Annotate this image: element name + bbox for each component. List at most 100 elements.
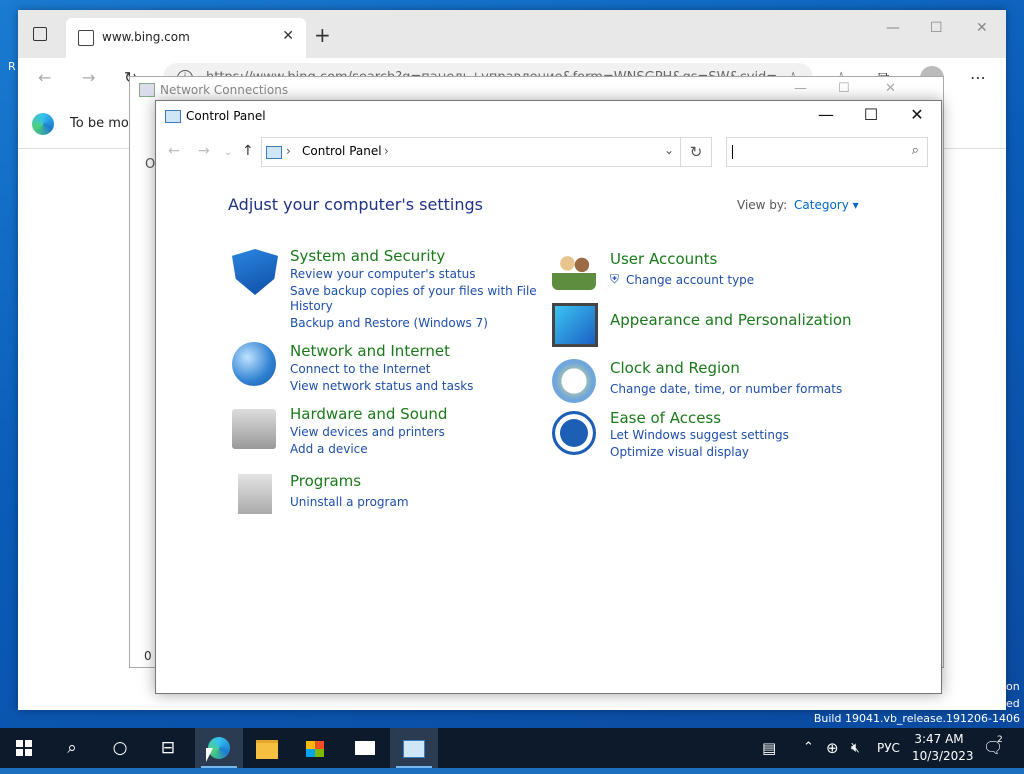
task-view-button[interactable]: ⊟ [144,728,192,768]
new-tab-button[interactable]: + [314,23,331,47]
category-link[interactable]: Add a device [290,442,368,456]
netwin-maximize-button[interactable]: ☐ [838,81,850,96]
control-panel-breadcrumb-icon [266,146,282,159]
view-by-label: View by: [737,198,788,212]
edge-close-button[interactable]: ✕ [976,20,988,36]
category-link[interactable]: History [290,299,333,313]
shield-icon[interactable] [232,249,278,295]
language-indicator[interactable]: РУС [877,728,900,768]
view-by-dropdown[interactable]: Category ▾ [794,198,859,212]
users-icon[interactable] [552,252,596,290]
folder-icon [256,740,278,759]
search-input[interactable]: ⌕ [726,137,928,167]
uac-shield-icon: ⛨ [610,272,620,286]
category-link[interactable]: Review your computer's status [290,267,476,281]
news-widget-icon[interactable]: ▤ [762,728,776,768]
mouse-cursor-icon [206,748,213,762]
edge-tab-strip: www.bing.com ✕ + — ☐ ✕ [18,10,1006,58]
cp-maximize-button[interactable]: ☐ [856,105,886,124]
task-view-icon: ⊟ [160,738,176,758]
desktop-edge-text: ed [1006,697,1020,710]
control-panel-window: Control Panel — ☐ ✕ ← → ⌄ ↑ › Control Pa… [155,100,942,694]
more-menu-icon[interactable]: ⋯ [970,68,986,87]
taskbar: ⌕ ○ ⊟ ▤ ⌃ ⊕ 🔇︎ РУС 3:47 AM 10/3/2023 🗨︎ … [0,728,1024,768]
category-title[interactable]: Programs [290,472,361,490]
clock-globe-icon[interactable] [552,359,596,403]
category-title[interactable]: System and Security [290,247,445,265]
category-title[interactable]: Ease of Access [610,409,721,427]
control-panel-title: Control Panel [186,109,266,123]
category-link[interactable]: View devices and printers [290,425,445,439]
category-title[interactable]: Appearance and Personalization [610,311,852,329]
taskbar-control-panel[interactable] [390,728,438,768]
category-link[interactable]: Backup and Restore (Windows 7) [290,316,488,330]
tab-favicon-icon [78,30,94,46]
forward-arrow-icon[interactable]: → [198,143,210,159]
network-connections-icon [139,83,155,97]
tray-chevron-icon[interactable]: ⌃ [803,728,814,768]
category-title[interactable]: Network and Internet [290,342,450,360]
taskbar-store[interactable] [291,728,339,768]
build-watermark: Build 19041.vb_release.191206-1406 [813,712,1020,725]
category-link[interactable]: Connect to the Internet [290,362,430,376]
edge-maximize-button[interactable]: ☐ [930,20,943,36]
cortana-button[interactable]: ○ [96,728,144,768]
forward-arrow-icon[interactable]: → [82,68,95,87]
tab-close-icon[interactable]: ✕ [282,28,294,44]
back-arrow-icon[interactable]: ← [38,68,51,87]
recent-locations-icon[interactable]: ⌄ [224,147,232,158]
network-globe-icon[interactable] [232,342,276,386]
address-dropdown-icon[interactable]: ⌄ [664,143,674,157]
edge-minimize-button[interactable]: — [886,20,900,36]
start-button[interactable] [0,728,48,768]
volume-muted-icon[interactable]: 🔇︎ [851,728,860,768]
monitor-icon[interactable] [552,303,598,347]
category-link[interactable]: Save backup copies of your files with Fi… [290,284,537,298]
notification-count: 2 [997,735,1003,745]
taskbar-edge[interactable] [195,728,243,768]
breadcrumb-chevron-icon[interactable]: › [384,144,389,158]
search-icon[interactable]: ⌕ [912,143,919,158]
breadcrumb-control-panel[interactable]: Control Panel [302,144,382,158]
category-link[interactable]: Let Windows suggest settings [610,428,789,442]
cp-minimize-button[interactable]: — [811,105,841,124]
category-link[interactable]: Uninstall a program [290,495,409,509]
cp-address-bar[interactable]: › Control Panel › ⌄ [261,137,681,167]
desktop-edge-text: on [1006,680,1020,693]
cp-close-button[interactable]: ✕ [902,105,932,124]
taskbar-clock[interactable]: 3:47 AM 10/3/2023 [912,731,974,765]
control-panel-title-icon [165,110,181,123]
category-link[interactable]: Change account type [626,273,754,287]
category-link[interactable]: View network status and tasks [290,379,473,393]
category-link[interactable]: Change date, time, or number formats [610,382,842,396]
ease-of-access-icon[interactable] [552,411,596,455]
store-icon [306,741,324,757]
cortana-circle-icon: ○ [112,738,128,758]
taskbar-file-explorer[interactable] [243,728,291,768]
breadcrumb-chevron-icon[interactable]: › [286,144,291,158]
control-panel-icon [403,740,425,758]
page-title: Adjust your computer's settings [228,195,483,214]
search-button[interactable]: ⌕ [48,728,96,768]
tab-actions-icon[interactable] [33,27,47,41]
programs-box-icon[interactable] [238,474,272,514]
refresh-button[interactable]: ↻ [680,137,712,167]
category-title[interactable]: Clock and Region [610,359,740,377]
clock-time: 3:47 AM [914,732,964,746]
taskbar-mail[interactable] [341,728,389,768]
back-arrow-icon[interactable]: ← [168,143,180,159]
mail-icon [355,741,375,755]
printer-icon[interactable] [232,409,276,449]
category-link[interactable]: Optimize visual display [610,445,749,459]
network-globe-tray-icon[interactable]: ⊕ [826,728,839,768]
browser-tab[interactable]: www.bing.com ✕ [66,18,306,58]
netwin-minimize-button[interactable]: — [794,81,807,96]
up-arrow-icon[interactable]: ↑ [242,143,254,159]
category-title[interactable]: User Accounts [610,250,717,268]
netwin-close-button[interactable]: ✕ [885,81,896,96]
tab-title: www.bing.com [102,30,190,44]
category-title[interactable]: Hardware and Sound [290,405,447,423]
search-icon: ⌕ [67,738,77,758]
text-caret [732,145,733,159]
info-bar-text: To be mos [70,116,136,131]
